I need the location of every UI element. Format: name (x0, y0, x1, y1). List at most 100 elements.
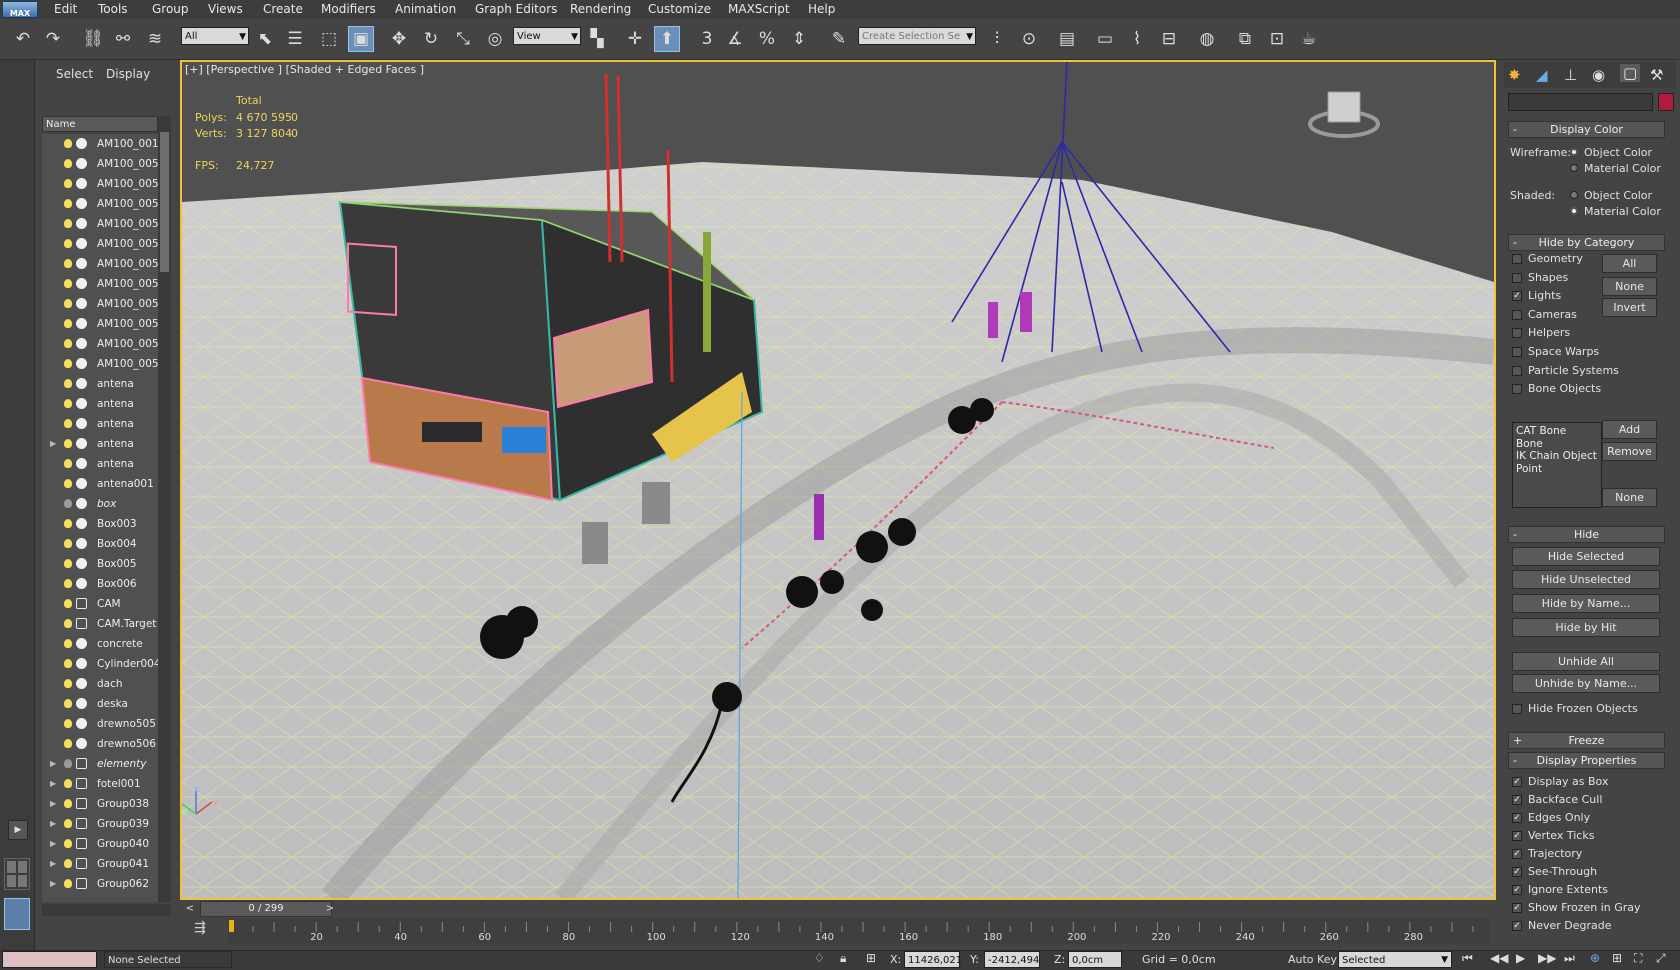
light-bulb-icon[interactable] (64, 419, 72, 428)
menu-edit[interactable]: Edit (54, 0, 77, 19)
explorer-row[interactable]: antena (42, 394, 158, 414)
explorer-row[interactable]: drewno505 (42, 714, 158, 734)
category-none-button[interactable]: None (1602, 277, 1657, 296)
light-bulb-icon[interactable] (64, 279, 72, 288)
maxscript-listener-field[interactable] (2, 951, 97, 968)
light-bulb-icon[interactable] (64, 639, 72, 648)
expand-arrow-icon[interactable]: ▶ (50, 854, 56, 874)
light-bulb-icon[interactable] (64, 479, 72, 488)
z-coord-field[interactable]: 0,0cm (1068, 951, 1122, 968)
light-bulb-icon[interactable] (64, 559, 72, 568)
y-coord-field[interactable]: -2412,494 (984, 951, 1040, 968)
expand-arrow-icon[interactable]: ▶ (50, 434, 56, 454)
category-list-item[interactable]: IK Chain Object (1516, 450, 1597, 462)
hide-by-hit-button[interactable]: Hide by Hit (1512, 618, 1660, 637)
menu-help[interactable]: Help (808, 0, 835, 19)
menu-customize[interactable]: Customize (648, 0, 711, 19)
explorer-tab-select[interactable]: Select (56, 67, 93, 81)
explorer-scroll-thumb[interactable] (160, 132, 169, 272)
percent-snap-icon[interactable]: % (754, 26, 780, 52)
light-bulb-icon[interactable] (64, 579, 72, 588)
light-bulb-icon[interactable] (64, 199, 72, 208)
object-color-swatch[interactable] (1658, 93, 1674, 111)
select-manipulate-icon[interactable]: ✛ (622, 26, 648, 52)
explorer-row[interactable]: AM100_005 (42, 154, 158, 174)
scale-icon[interactable]: ⤡ (450, 26, 476, 52)
light-bulb-icon[interactable] (64, 759, 72, 768)
schematic-view-icon[interactable]: ⊟ (1156, 26, 1182, 52)
display-property-checkbox[interactable]: ✓ (1512, 867, 1522, 877)
freeze-rollout[interactable]: + Freeze (1508, 732, 1665, 749)
explorer-row[interactable]: drewno506 (42, 734, 158, 754)
category-checkbox[interactable] (1512, 254, 1522, 264)
light-bulb-icon[interactable] (64, 839, 72, 848)
menu-maxscript[interactable]: MAXScript (728, 0, 790, 19)
utilities-tab-icon[interactable]: ⚒ (1650, 66, 1663, 84)
category-list-box[interactable]: CAT Bone Bone IK Chain Object Point (1512, 422, 1602, 508)
place-icon[interactable]: ◎ (482, 26, 508, 52)
explorer-row[interactable]: Cylinder004 (42, 654, 158, 674)
unhide-all-button[interactable]: Unhide All (1512, 652, 1660, 671)
light-bulb-icon[interactable] (64, 699, 72, 708)
light-bulb-icon[interactable] (64, 619, 72, 628)
explorer-row[interactable]: Box003 (42, 514, 158, 534)
named-selection-dropdown[interactable]: Create Selection Se ▼ (858, 27, 976, 45)
explorer-row[interactable]: ▶ Group038 (42, 794, 158, 814)
light-bulb-icon[interactable] (64, 219, 72, 228)
keyboard-shortcut-override-icon[interactable]: ⬆ (654, 26, 680, 52)
light-bulb-icon[interactable] (64, 659, 72, 668)
light-bulb-icon[interactable] (64, 859, 72, 868)
explorer-row[interactable]: Box006 (42, 574, 158, 594)
single-viewport-layout-icon[interactable] (4, 898, 30, 930)
spinner-snap-icon[interactable]: ⇕ (786, 26, 812, 52)
unhide-by-name-button[interactable]: Unhide by Name... (1512, 674, 1660, 693)
next-frame-icon[interactable]: ▶▶ (1538, 951, 1556, 965)
time-next-icon[interactable]: > (322, 901, 338, 917)
menu-animation[interactable]: Animation (395, 0, 456, 19)
explorer-row[interactable]: ▶ elementy (42, 754, 158, 774)
light-bulb-icon[interactable] (64, 599, 72, 608)
expand-arrow-icon[interactable]: ▶ (8, 820, 28, 840)
menu-views[interactable]: Views (208, 0, 243, 19)
previous-frame-icon[interactable]: ◀◀ (1490, 951, 1508, 965)
category-all-button[interactable]: All (1602, 254, 1657, 273)
explorer-row[interactable]: antena (42, 414, 158, 434)
redo-icon[interactable]: ↷ (40, 26, 66, 52)
explorer-row[interactable]: Box005 (42, 554, 158, 574)
light-bulb-icon[interactable] (64, 179, 72, 188)
lock-selection-icon[interactable]: 🔒︎ (840, 951, 846, 966)
category-remove-button[interactable]: Remove (1602, 442, 1657, 461)
category-list-item[interactable]: Bone (1516, 438, 1543, 450)
undo-icon[interactable]: ↶ (10, 26, 36, 52)
auto-key-button[interactable]: Auto Key (1288, 951, 1337, 968)
light-bulb-icon[interactable] (64, 519, 72, 528)
zoom-icon[interactable]: ⊕ (1590, 951, 1600, 965)
explorer-row[interactable]: AM100_005 (42, 294, 158, 314)
zoom-extents-icon[interactable]: ⛶ (1634, 951, 1642, 966)
selection-filter-dropdown[interactable]: All ▼ (181, 27, 249, 45)
display-property-checkbox[interactable]: ✓ (1512, 885, 1522, 895)
explorer-row[interactable]: ▶ antena (42, 434, 158, 454)
explorer-row[interactable]: concrete (42, 634, 158, 654)
four-viewport-layout-icon[interactable] (4, 858, 30, 890)
display-property-checkbox[interactable]: ✓ (1512, 831, 1522, 841)
explorer-row[interactable]: AM100_005 (42, 194, 158, 214)
menu-rendering[interactable]: Rendering (570, 0, 631, 19)
explorer-row[interactable]: CAM (42, 594, 158, 614)
rectangular-selection-icon[interactable]: ⬚ (316, 26, 342, 52)
category-checkbox[interactable] (1512, 365, 1522, 376)
link-icon[interactable]: ⛓ (80, 26, 106, 52)
display-color-rollout[interactable]: - Display Color (1508, 121, 1665, 138)
light-bulb-icon[interactable] (64, 379, 72, 388)
menu-tools[interactable]: Tools (98, 0, 128, 19)
hierarchy-tab-icon[interactable]: ⊥ (1564, 66, 1577, 84)
time-slider[interactable]: 0 / 299 (200, 901, 332, 917)
light-bulb-icon[interactable] (64, 679, 72, 688)
shaded-object-color-radio[interactable] (1570, 191, 1578, 199)
explorer-row[interactable]: antena001 (42, 474, 158, 494)
select-by-name-icon[interactable]: ☰ (282, 26, 308, 52)
rotate-icon[interactable]: ↻ (418, 26, 444, 52)
category-checkbox[interactable] (1512, 328, 1522, 339)
light-bulb-icon[interactable] (64, 499, 72, 508)
wireframe-material-color-radio[interactable] (1570, 164, 1578, 172)
